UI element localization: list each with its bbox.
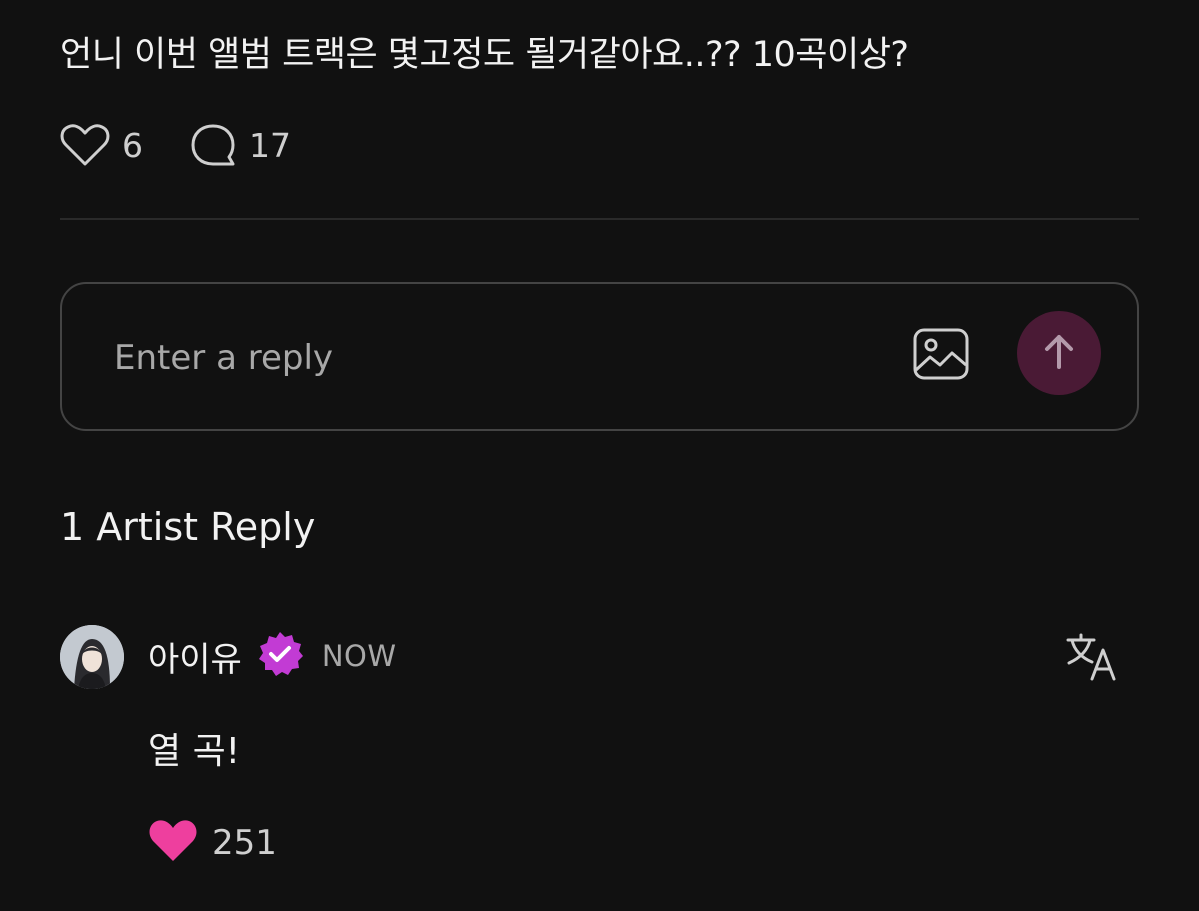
reply-box <box>60 282 1139 431</box>
reply-text: 열 곡! <box>148 731 241 772</box>
post-stats: 6 17 <box>60 122 337 168</box>
like-count: 6 <box>122 125 143 165</box>
heart-outline-icon <box>60 122 110 168</box>
reply-input[interactable] <box>112 324 876 392</box>
comment-count: 17 <box>249 125 291 165</box>
image-icon[interactable] <box>912 327 970 385</box>
translate-icon[interactable] <box>1064 632 1120 686</box>
like-button[interactable]: 6 <box>60 122 143 168</box>
send-button[interactable] <box>1017 311 1101 395</box>
replies-section-title: 1 Artist Reply <box>60 505 316 549</box>
verified-badge-icon <box>256 630 304 682</box>
heart-filled-icon <box>148 818 198 868</box>
reply-like-button[interactable]: 251 <box>148 818 277 868</box>
reply-like-count: 251 <box>212 823 277 863</box>
arrow-up-icon <box>1042 332 1076 374</box>
comment-button[interactable]: 17 <box>189 122 291 168</box>
reply-time: NOW <box>321 639 397 673</box>
author-name[interactable]: 아이유 <box>148 632 242 681</box>
reply-header: 아이유 NOW <box>148 630 397 682</box>
comment-bubble-icon <box>189 122 237 168</box>
divider <box>60 218 1139 220</box>
avatar[interactable] <box>60 625 124 689</box>
post-text: 언니 이번 앨범 트랙은 몇고정도 될거같아요..?? 10곡이상? <box>60 35 909 75</box>
